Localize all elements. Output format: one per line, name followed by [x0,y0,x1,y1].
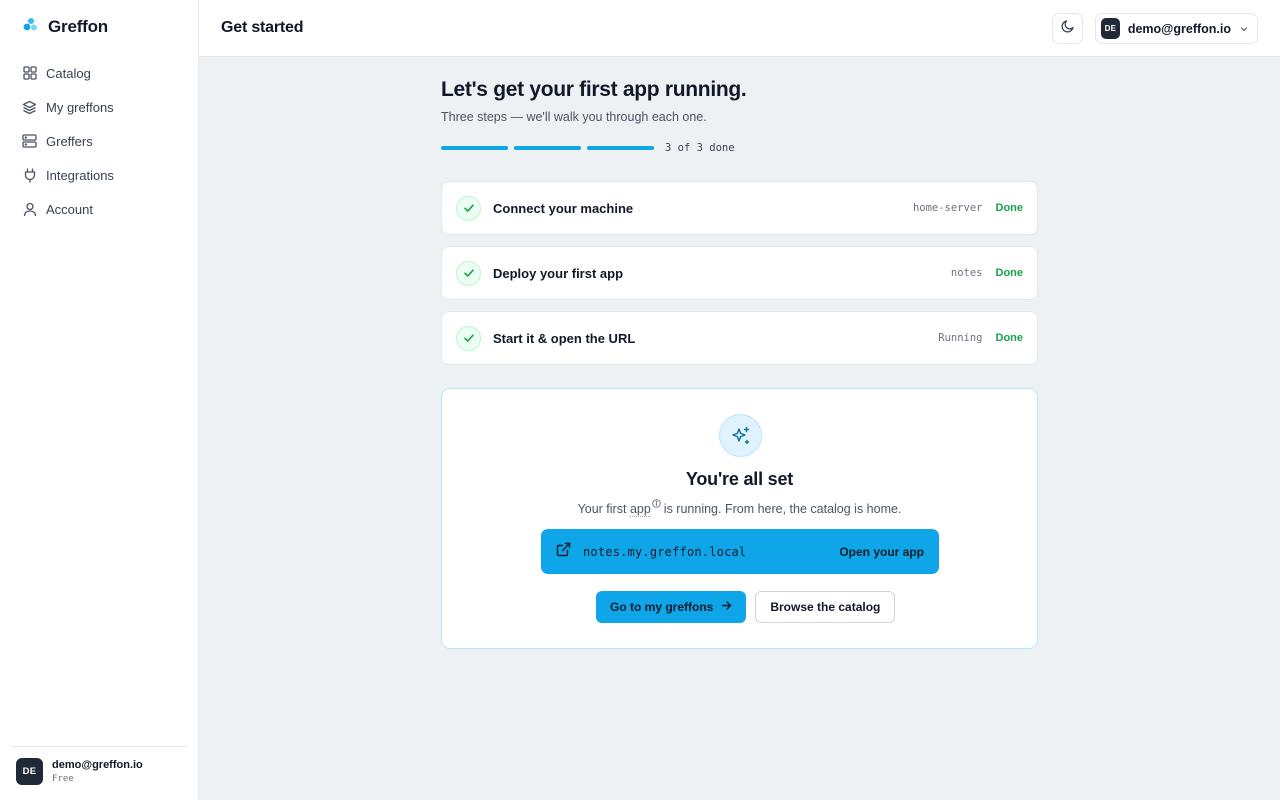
sidebar-item-integrations[interactable]: Integrations [12,158,187,192]
hero-title: Let's get your first app running. [441,78,747,101]
button-label: Go to my greffons [610,600,714,614]
theme-toggle-button[interactable] [1052,13,1083,44]
step-status: Done [995,332,1024,344]
progress-text: 3 of 3 done [665,142,735,154]
sidebar-user[interactable]: DE demo@greffon.io Free [12,746,187,785]
page-title: Get started [221,19,304,36]
onboarding-hero: Let's get your first app running. Three … [441,78,1038,154]
step-title: Deploy your first app [493,265,624,281]
check-icon [456,195,481,221]
completion-subtitle: Your first app is running. From here, the… [442,499,1037,518]
grid-icon [22,66,37,81]
steps-list: Connect your machine home-server Done De… [441,181,1038,376]
step-title: Connect your machine [493,200,634,216]
sidebar-nav: Catalog My greffons Greffers Integration… [12,56,187,226]
external-link-icon [556,542,571,562]
layers-icon [22,100,37,115]
sidebar-item-my-greffons[interactable]: My greffons [12,90,187,124]
step-title: Start it & open the URL [493,330,636,346]
brand-name: Greffon [48,17,108,36]
step-meta: notes [950,267,983,279]
step-status: Done [995,202,1024,214]
app-url: notes.my.greffon.local [583,544,747,559]
chevron-down-icon [1239,24,1249,34]
step-status: Done [995,267,1024,279]
greffon-logo-icon [22,16,39,38]
brand[interactable]: Greffon [22,16,108,38]
sidebar: Greffon Catalog My greffons Greffers Int… [0,0,199,800]
app-term[interactable]: app [629,502,651,518]
sidebar-item-greffers[interactable]: Greffers [12,124,187,158]
step-card[interactable]: Start it & open the URL Running Done [441,311,1038,365]
open-app-bar[interactable]: notes.my.greffon.local Open your app [541,529,939,574]
sidebar-user-plan: Free [52,774,74,784]
go-to-my-greffons-button[interactable]: Go to my greffons [596,591,747,623]
browse-catalog-button[interactable]: Browse the catalog [755,591,896,623]
server-icon [22,134,37,149]
avatar: DE [1101,18,1120,39]
arrow-right-icon [721,600,732,614]
sidebar-item-label: Integrations [46,167,114,183]
subtitle-text: Your first [577,502,627,517]
sparkles-icon [719,414,762,457]
completion-title: You're all set [685,469,794,489]
action-buttons: Go to my greffons Browse the catalog [596,591,896,623]
progress-segment [514,146,581,150]
completion-card: You're all set Your first app is running.… [441,388,1038,649]
progress-segment [441,146,508,150]
plug-icon [22,167,37,183]
sidebar-item-label: Greffers [46,133,93,149]
user-menu-button[interactable]: DE demo@greffon.io [1095,13,1258,44]
sidebar-user-email: demo@greffon.io [52,759,143,771]
sidebar-item-label: Catalog [46,65,91,81]
user-icon [22,202,37,217]
step-meta: Running [938,332,983,344]
open-app-label: Open your app [839,544,924,559]
sidebar-item-catalog[interactable]: Catalog [12,56,187,90]
step-card[interactable]: Connect your machine home-server Done [441,181,1038,235]
step-card[interactable]: Deploy your first app notes Done [441,246,1038,300]
sidebar-item-account[interactable]: Account [12,192,187,226]
progress-segment [587,146,654,150]
progress-indicator: 3 of 3 done [441,142,1038,154]
check-icon [456,260,481,286]
step-meta: home-server [912,202,983,214]
user-email: demo@greffon.io [1127,21,1231,36]
hero-subtitle: Three steps — we'll walk you through eac… [441,110,707,124]
info-icon[interactable] [652,499,661,508]
check-icon [456,325,481,351]
subtitle-text: is running. From here, the catalog is ho… [663,502,902,517]
top-header: Get started DE demo@greffon.io [199,0,1280,57]
moon-icon [1060,19,1075,38]
avatar: DE [16,758,43,785]
sidebar-item-label: My greffons [46,99,114,115]
sidebar-item-label: Account [46,201,93,217]
